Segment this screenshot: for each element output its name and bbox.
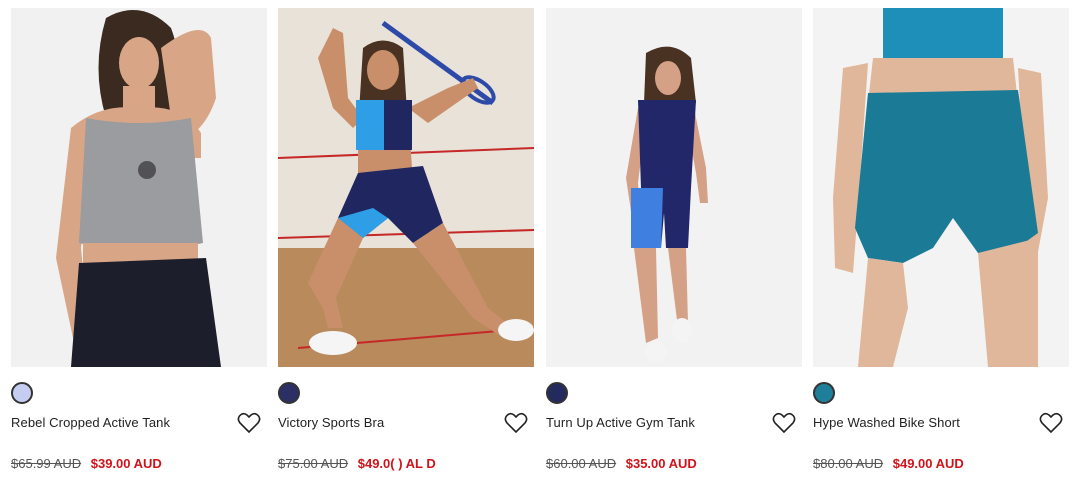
heart-outline-icon[interactable]: [1039, 412, 1063, 434]
price-block: $60.00 AUD $35.00 AUD: [546, 456, 697, 471]
sale-price: $49.00 AUD: [892, 456, 964, 471]
product-card[interactable]: Victory Sports Bra $75.00 AUD $49.0( ) A…: [278, 8, 534, 471]
product-image[interactable]: [546, 8, 802, 367]
price-block: $75.00 AUD $49.0( ) AL D: [278, 456, 436, 471]
product-grid: Rebel Cropped Active Tank $65.99 AUD $39…: [0, 0, 1080, 482]
heart-outline-icon[interactable]: [772, 412, 796, 434]
product-name[interactable]: Turn Up Active Gym Tank: [546, 415, 695, 430]
price-block: $80.00 AUD $49.00 AUD: [813, 456, 964, 471]
original-price: $75.00 AUD: [278, 456, 349, 471]
sale-price: $49.0( ) AL D: [357, 456, 436, 471]
sale-price: $39.00 AUD: [90, 456, 162, 471]
product-name[interactable]: Hype Washed Bike Short: [813, 415, 960, 430]
color-swatch[interactable]: [813, 382, 835, 404]
price-block: $65.99 AUD $39.00 AUD: [11, 456, 162, 471]
product-name[interactable]: Rebel Cropped Active Tank: [11, 415, 170, 430]
product-card[interactable]: Hype Washed Bike Short $80.00 AUD $49.00…: [813, 8, 1069, 471]
product-card[interactable]: Turn Up Active Gym Tank $60.00 AUD $35.0…: [546, 8, 802, 471]
color-swatch[interactable]: [546, 382, 568, 404]
heart-outline-icon[interactable]: [237, 412, 261, 434]
original-price: $60.00 AUD: [546, 456, 617, 471]
heart-outline-icon[interactable]: [504, 412, 528, 434]
product-image[interactable]: [813, 8, 1069, 367]
sale-price: $35.00 AUD: [625, 456, 697, 471]
original-price: $65.99 AUD: [11, 456, 82, 471]
product-card[interactable]: Rebel Cropped Active Tank $65.99 AUD $39…: [11, 8, 267, 471]
color-swatch[interactable]: [11, 382, 33, 404]
product-image[interactable]: [278, 8, 534, 367]
product-image[interactable]: [11, 8, 267, 367]
original-price: $80.00 AUD: [813, 456, 884, 471]
product-name[interactable]: Victory Sports Bra: [278, 415, 384, 430]
color-swatch[interactable]: [278, 382, 300, 404]
